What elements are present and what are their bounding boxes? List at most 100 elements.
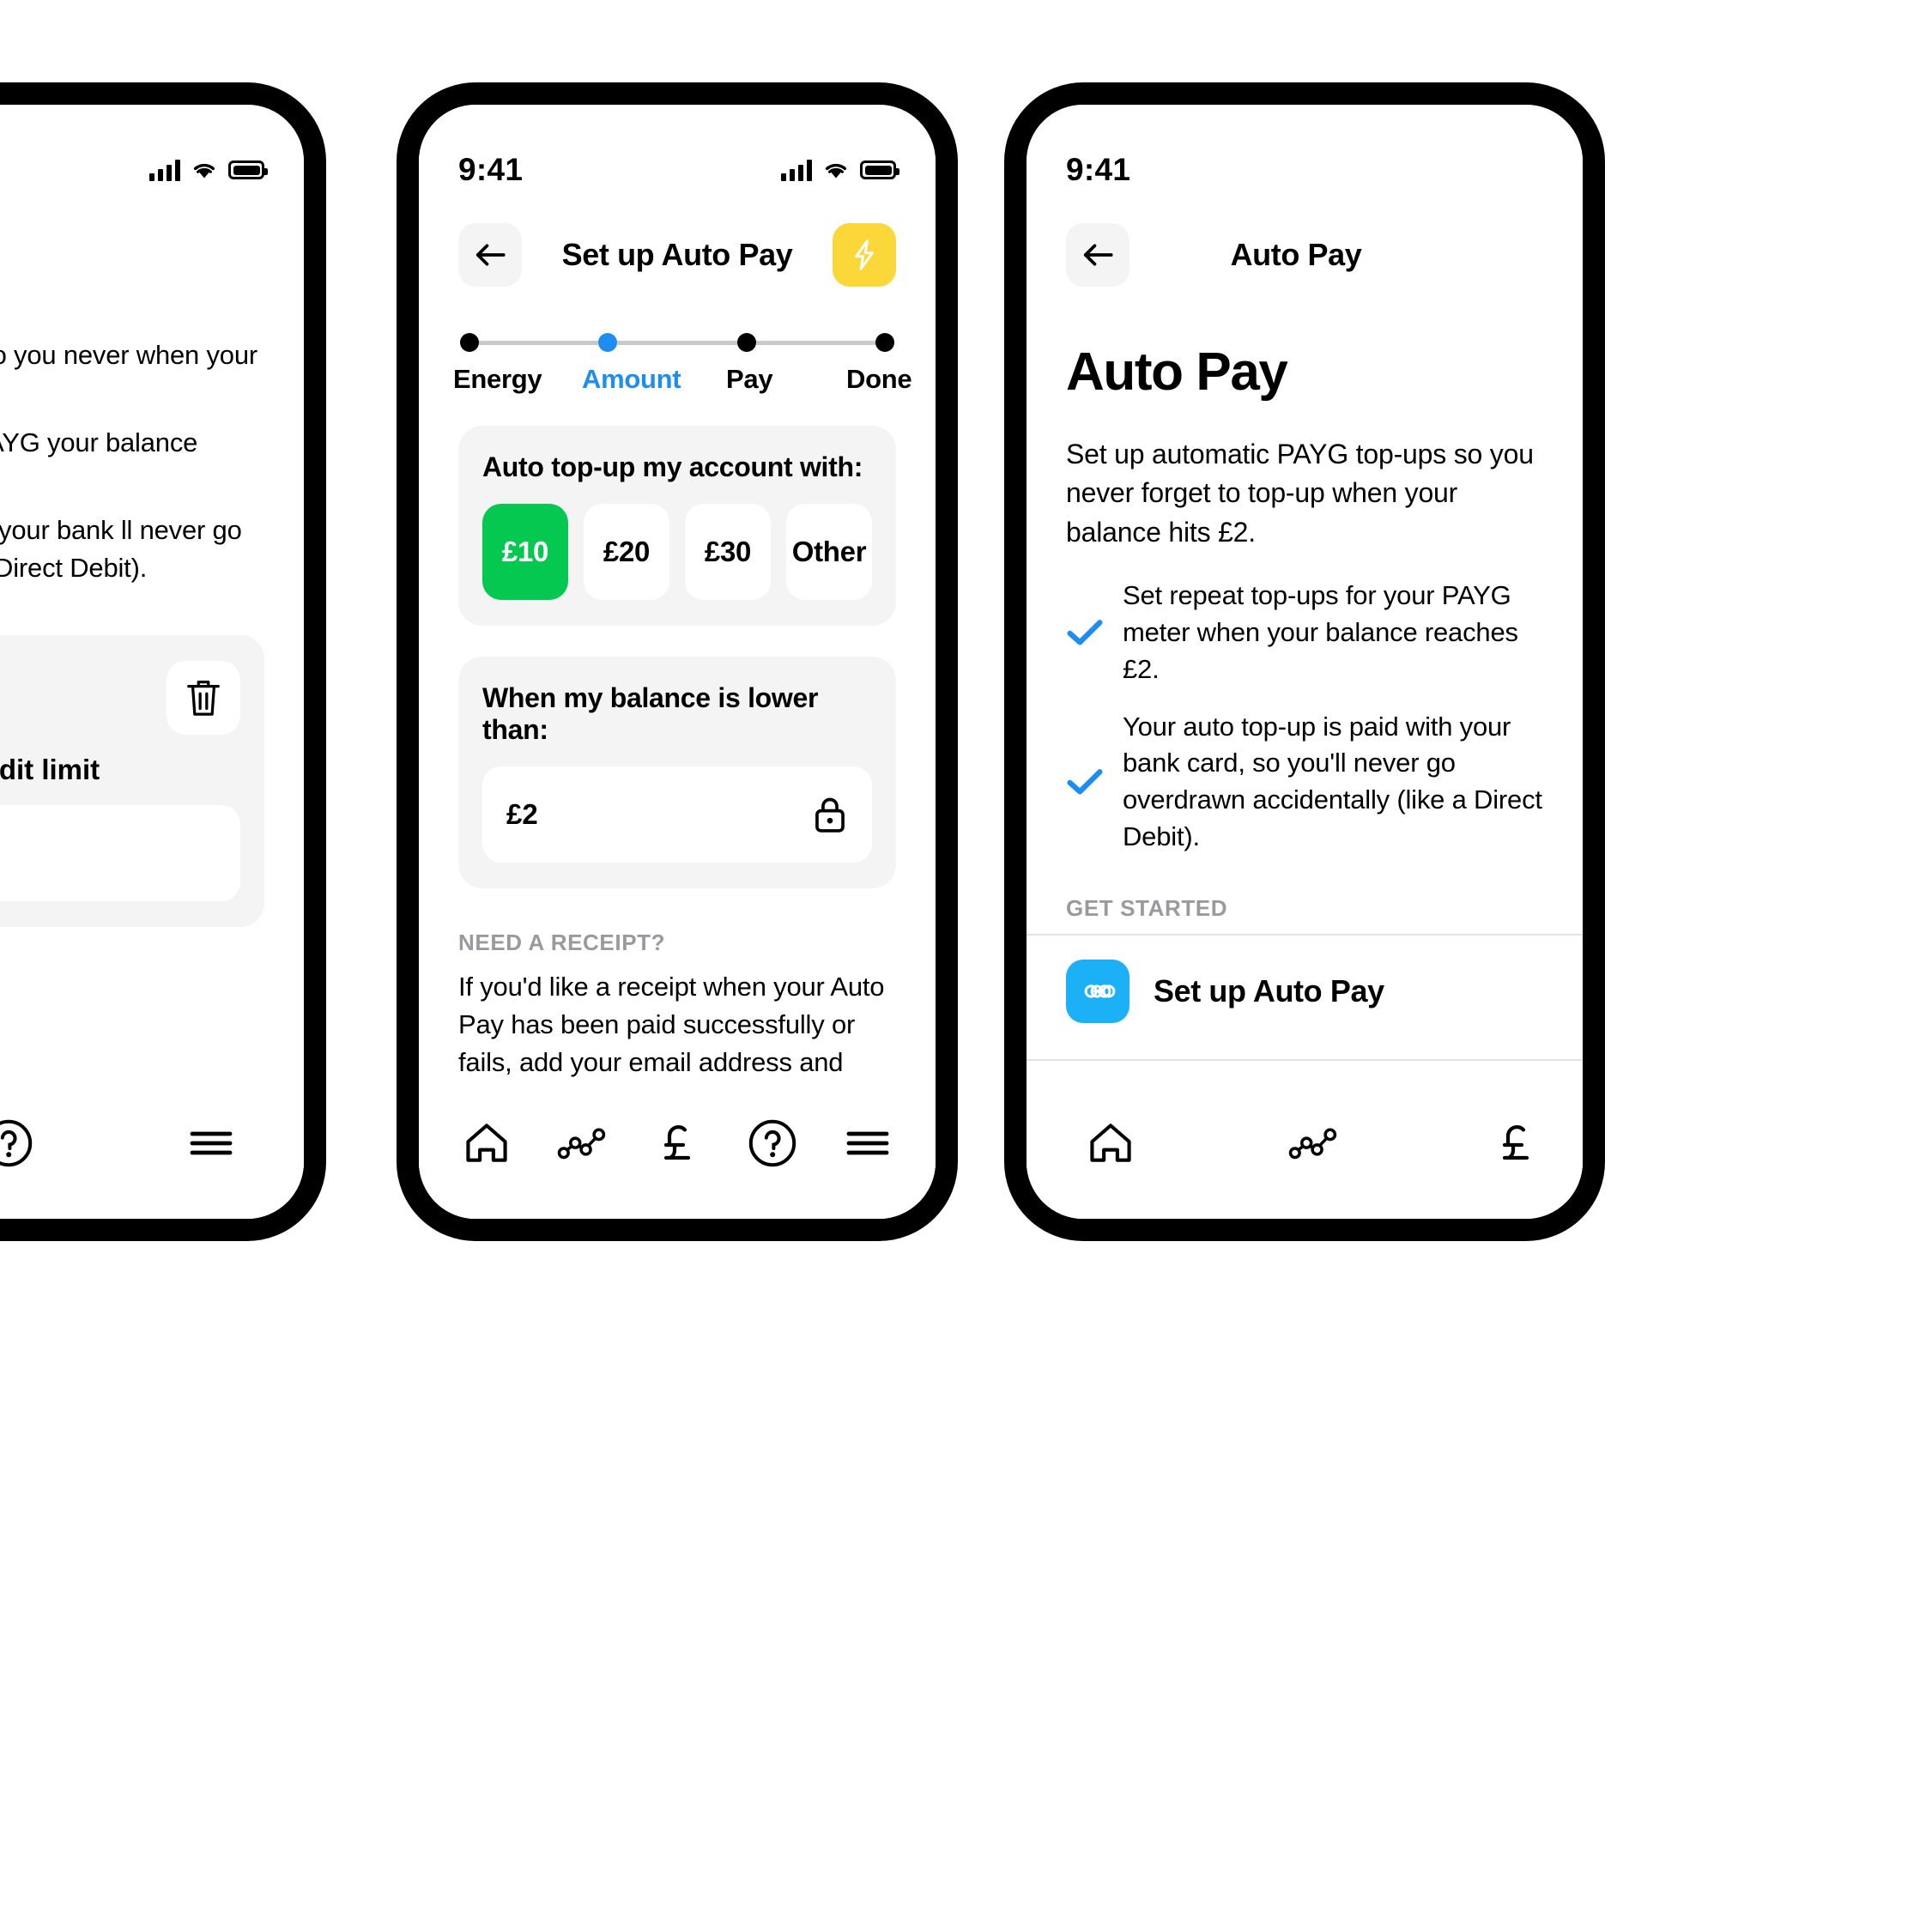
step-label-amount: Amount <box>582 364 681 394</box>
progress-stepper: Energy Amount Pay Done <box>419 295 936 395</box>
tab-menu[interactable] <box>179 1111 244 1176</box>
battery-icon <box>860 160 899 179</box>
check-icon <box>1067 620 1103 645</box>
infinity-icon <box>1084 984 1116 998</box>
phone-center-screen: 9:41 Set up Auto Pay Energy Amount Pay D… <box>419 105 936 1219</box>
tab-bar-left <box>0 1090 304 1219</box>
pound-icon <box>663 1125 691 1160</box>
bolt-icon <box>855 239 874 270</box>
step-line-2 <box>617 340 737 345</box>
back-button[interactable] <box>1066 223 1130 287</box>
balance-threshold-heading: When my balance is lower than: <box>482 682 819 745</box>
divider-bottom <box>1027 1058 1583 1061</box>
wifi-icon <box>825 163 847 179</box>
status-bar-left <box>0 105 304 199</box>
balance-threshold-card: When my balance is lower than: £2 <box>458 657 896 888</box>
step-dot-energy[interactable] <box>460 333 479 352</box>
back-button[interactable] <box>458 223 522 287</box>
step-label-done: Done <box>846 364 912 394</box>
pound-icon <box>1502 1125 1529 1160</box>
step-dot-pay[interactable] <box>736 333 756 352</box>
credit-limit-label: Credit limit <box>0 754 100 786</box>
set-up-auto-pay-row[interactable]: Set up Auto Pay <box>1027 936 1583 1047</box>
trash-icon <box>187 681 220 716</box>
left-paragraph-2: op-ups for your PAYG your balance reache… <box>0 427 198 458</box>
screenshot-canvas: Auto Pay c PAYG top-ups so you never whe… <box>0 0 1932 1932</box>
tab-bar-center <box>419 1090 936 1219</box>
nav-bar-right: Auto Pay <box>1027 199 1583 295</box>
page-title-right: Auto Pay <box>1230 237 1362 272</box>
stepper-labels: Energy Amount Pay Done <box>453 364 912 395</box>
status-time: 9:41 <box>458 152 524 187</box>
amount-option-10[interactable]: £10 <box>482 504 568 600</box>
tab-usage[interactable] <box>1281 1111 1346 1176</box>
tab-help[interactable] <box>0 1111 41 1176</box>
usage-icon <box>557 1128 606 1160</box>
menu-icon <box>190 1131 233 1155</box>
tab-pay[interactable] <box>1483 1111 1548 1176</box>
amount-option-other[interactable]: Other <box>786 504 872 600</box>
back-arrow-icon <box>1083 244 1113 266</box>
tab-pay[interactable] <box>645 1111 710 1176</box>
credit-limit-fields: £2.00 <box>0 805 240 902</box>
phone-center: 9:41 Set up Auto Pay Energy Amount Pay D… <box>397 82 958 1241</box>
nav-bar-center: Set up Auto Pay <box>419 199 936 295</box>
receipt-kicker: NEED A RECEIPT? <box>458 930 666 955</box>
balance-threshold-value: £2 <box>506 798 538 830</box>
topup-amount-card: Auto top-up my account with: £10 £20 £30… <box>458 426 896 626</box>
lock-icon <box>815 797 845 833</box>
phone-right: 9:41 Auto Pay Auto Pay Set up automatic … <box>1004 82 1605 1241</box>
step-dot-amount[interactable] <box>598 333 618 352</box>
cellular-signal-icon <box>781 159 812 181</box>
stepper-track <box>458 331 896 354</box>
credit-limit-value[interactable]: £2.00 <box>0 805 240 902</box>
page-title-center: Set up Auto Pay <box>561 237 793 272</box>
menu-icon <box>846 1131 888 1155</box>
list-item: Your auto top-up is paid with your bank … <box>1066 709 1543 856</box>
step-label-pay: Pay <box>726 364 773 394</box>
check-icon <box>1067 769 1103 795</box>
tab-usage[interactable] <box>549 1111 615 1176</box>
credit-limit-card: Credit limit £2.00 <box>0 635 264 928</box>
page-title-left: Auto Pay <box>0 199 304 251</box>
topup-amount-heading: Auto top-up my account with: <box>482 451 863 482</box>
cellular-signal-icon <box>1512 159 1543 181</box>
balance-threshold-field[interactable]: £2 <box>482 766 872 863</box>
auto-pay-heading: Auto Pay <box>1066 342 1288 402</box>
benefit-text-1: Set repeat top-ups for your PAYG meter w… <box>1123 580 1518 684</box>
status-bar-center: 9:41 <box>419 105 936 199</box>
phone-left-screen: Auto Pay c PAYG top-ups so you never whe… <box>0 105 304 1219</box>
tab-home[interactable] <box>454 1111 519 1176</box>
topup-amount-options: £10 £20 £30 Other <box>482 504 872 600</box>
battery-icon <box>228 160 268 179</box>
check-icon-wrap <box>1066 618 1104 647</box>
list-item: Set repeat top-ups for your PAYG meter w… <box>1066 578 1543 687</box>
amount-option-20[interactable]: £20 <box>584 504 669 600</box>
infinity-icon-tile <box>1066 959 1130 1023</box>
help-icon <box>0 1119 33 1167</box>
tab-help[interactable] <box>740 1111 805 1176</box>
left-paragraph-1: c PAYG top-ups so you never when your ba… <box>0 340 258 370</box>
quick-action-button[interactable] <box>832 223 896 287</box>
delete-button[interactable] <box>167 661 240 736</box>
benefit-text-2: Your auto top-up is paid with your bank … <box>1123 711 1542 851</box>
usage-icon <box>1288 1128 1337 1160</box>
cellular-signal-icon <box>149 159 180 181</box>
status-time: 9:41 <box>1066 152 1131 187</box>
step-dot-done[interactable] <box>875 333 894 352</box>
tab-menu[interactable] <box>835 1111 900 1176</box>
phone-right-screen: 9:41 Auto Pay Auto Pay Set up automatic … <box>1027 105 1583 1219</box>
step-label-energy: Energy <box>453 364 542 394</box>
tab-bar-right <box>1027 1090 1583 1219</box>
wifi-icon <box>193 163 215 179</box>
tab-home[interactable] <box>1078 1111 1143 1176</box>
status-indicators <box>781 159 899 181</box>
step-line-1 <box>479 340 599 345</box>
left-paragraph-3: op-up is paid with your bank ll never go… <box>0 515 242 584</box>
amount-option-30[interactable]: £30 <box>685 504 771 600</box>
status-indicators <box>149 159 268 181</box>
home-icon <box>1090 1123 1131 1162</box>
phone-left: Auto Pay c PAYG top-ups so you never whe… <box>0 82 326 1241</box>
step-line-3 <box>755 340 875 345</box>
help-icon <box>748 1119 796 1167</box>
